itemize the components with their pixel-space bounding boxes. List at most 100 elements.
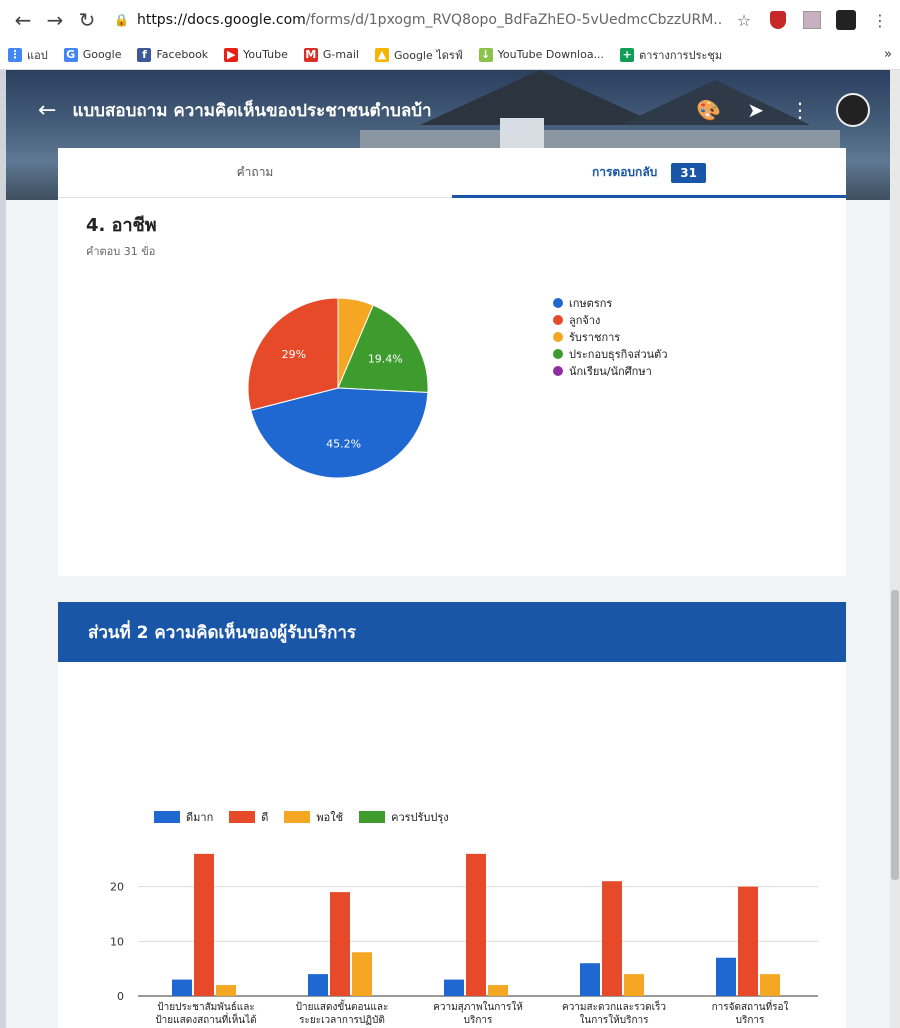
legend-swatch (553, 331, 563, 342)
pie-legend-item: ลูกจ้าง (553, 311, 668, 328)
y-tick-label: 20 (110, 881, 124, 894)
legend-swatch (553, 314, 563, 325)
bar-chart-svg: 0 10 20 ป้ายประชาสัมพันธ์และป้ายแสดงสถานที่… (110, 853, 818, 1026)
legend-label: ประกอบธุรกิจส่วนตัว (569, 347, 668, 361)
legend-label: เกษตรกร (569, 296, 613, 310)
bookmark-6[interactable]: ↓ YouTube Downloa... (478, 47, 605, 62)
legend-swatch (553, 365, 563, 376)
bar[interactable] (444, 979, 464, 996)
pie-slice-label: 19.4% (368, 352, 403, 365)
bar[interactable] (308, 974, 328, 996)
pie-slice-label: 45.2% (326, 438, 361, 451)
bookmark-label: YouTube Downloa... (497, 48, 605, 61)
bar[interactable] (624, 974, 644, 996)
pie-legend-item: เกษตรกร (553, 294, 668, 311)
x-tick-label: ป้ายแสดงสถานที่เห็นได้ (155, 1012, 256, 1026)
bookmark-label: Facebook (156, 48, 209, 61)
bar[interactable] (466, 853, 486, 996)
pie-chart: 19.4% 45.2% 29% (238, 288, 438, 488)
shield-extension-icon[interactable] (768, 10, 788, 30)
section-header: ส่วนที่ 2 ความคิดเห็นของผู้รับบริการ (58, 602, 846, 662)
pie-chart-svg: 19.4% 45.2% 29% (247, 297, 429, 479)
legend-label: นักเรียน/นักศึกษา (569, 364, 652, 378)
extension-icon[interactable] (802, 10, 822, 30)
bookmark-2[interactable]: f Facebook (137, 47, 209, 62)
responses-count-badge: 31 (671, 162, 706, 183)
page-scrollbar[interactable] (890, 70, 900, 1028)
drive-icon: ▲ (374, 47, 389, 62)
question-card: 4. อาชีพ คำตอบ 31 ข้อ 19.4% 45.2% 29% เกษต… (58, 198, 846, 576)
x-tick-label: บริการ (464, 1015, 493, 1026)
bookmark-label: ตารางการประชุม (639, 48, 723, 62)
back-arrow-icon[interactable]: ← (38, 98, 56, 123)
url-host: https://docs.google.com (136, 12, 306, 28)
profile-extension-icon[interactable] (836, 10, 856, 30)
bar[interactable] (194, 853, 214, 996)
palette-icon[interactable]: 🎨 (696, 98, 721, 122)
browser-toolbar: ← → ↻ 🔒 https://docs.google.com /forms/d… (0, 0, 900, 40)
pie-legend-item: ประกอบธุรกิจส่วนตัว (553, 345, 668, 362)
tab-questions[interactable]: คำถาม (58, 148, 452, 197)
form-tabs: คำถาม การตอบกลับ 31 (58, 148, 846, 198)
scroll-thumb[interactable] (891, 590, 899, 880)
bookmark-4[interactable]: M G-mail (303, 47, 359, 62)
facebook-icon: f (137, 47, 152, 62)
y-tick-label: 0 (117, 990, 124, 1003)
forward-icon[interactable]: → (42, 7, 68, 33)
lock-icon: 🔒 (114, 13, 129, 27)
gmail-icon: M (303, 47, 318, 62)
x-tick-label: ป้ายแสดงขั้นตอนและ (296, 999, 389, 1013)
browser-menu-icon[interactable]: ⋮ (870, 10, 890, 30)
back-icon[interactable]: ← (10, 7, 36, 33)
y-tick-label: 10 (110, 935, 124, 948)
bookmarks-more-icon[interactable]: » (884, 47, 892, 62)
bookmark-label: แอป (27, 48, 48, 62)
legend-swatch (553, 297, 563, 308)
tab-responses-label: การตอบกลับ (591, 165, 658, 179)
bookmark-label: G-mail (322, 48, 359, 61)
bookmark-label: YouTube (243, 48, 288, 61)
pie-slice-label: 29% (282, 348, 306, 361)
bookmark-7[interactable]: + ตารางการประชุม (620, 46, 722, 64)
legend-swatch (553, 348, 563, 359)
bookmark-label: Google ไดรฟ์ (393, 48, 463, 62)
legend-label: ลูกจ้าง (569, 313, 601, 327)
bookmark-3[interactable]: ▶ YouTube (224, 47, 288, 62)
bar[interactable] (216, 985, 236, 996)
bar[interactable] (488, 985, 508, 996)
pie-legend-item: นักเรียน/นักศึกษา (553, 362, 668, 379)
bookmark-1[interactable]: G Google (63, 47, 122, 62)
bar-chart-card: ดีมาก ดี พอใช้ ควรปรับปรุง 0 10 20 ป้ายประชาสั… (58, 662, 846, 1028)
download-icon: ↓ (478, 47, 493, 62)
x-tick-label: ระยะเวลาการปฏิบัติ (299, 1015, 385, 1026)
more-vert-icon[interactable]: ⋮ (790, 98, 810, 122)
youtube-icon: ▶ (224, 47, 239, 62)
send-icon[interactable]: ➤ (747, 98, 764, 122)
star-icon[interactable]: ☆ (734, 10, 754, 30)
bar[interactable] (352, 952, 372, 996)
x-tick-label: บริการ (736, 1015, 765, 1026)
address-bar[interactable]: 🔒 https://docs.google.com /forms/d/1pxog… (114, 12, 722, 28)
reload-icon[interactable]: ↻ (74, 7, 100, 33)
avatar[interactable] (836, 93, 870, 127)
bar[interactable] (172, 979, 192, 996)
calendar-icon: + (620, 47, 635, 62)
bar[interactable] (580, 963, 600, 996)
bar[interactable] (760, 974, 780, 996)
x-tick-label: ความสุภาพในการให้ (433, 1001, 523, 1013)
bookmark-0[interactable]: ⋮ แอป (8, 46, 48, 64)
pie-legend: เกษตรกรลูกจ้างรับราชการประกอบธุรกิจส่วนต… (553, 294, 668, 379)
legend-label: รับราชการ (569, 330, 621, 344)
tab-responses[interactable]: การตอบกลับ 31 (452, 148, 846, 198)
response-count: คำตอบ 31 ข้อ (86, 245, 156, 258)
bookmarks-bar: ⋮ แอป G Google f Facebook ▶ YouTube M G-mail ▲ Goog… (0, 40, 900, 70)
x-tick-label: ป้ายประชาสัมพันธ์และ (157, 1001, 255, 1013)
bookmark-label: Google (82, 48, 122, 61)
x-tick-label: ในการให้บริการ (580, 1014, 650, 1026)
bar[interactable] (716, 957, 736, 996)
bar[interactable] (738, 886, 758, 996)
bookmark-5[interactable]: ▲ Google ไดรฟ์ (374, 46, 463, 64)
bar[interactable] (602, 881, 622, 996)
bar[interactable] (330, 892, 350, 996)
x-tick-label: ความสะดวกและรวดเร็ว (562, 999, 666, 1013)
